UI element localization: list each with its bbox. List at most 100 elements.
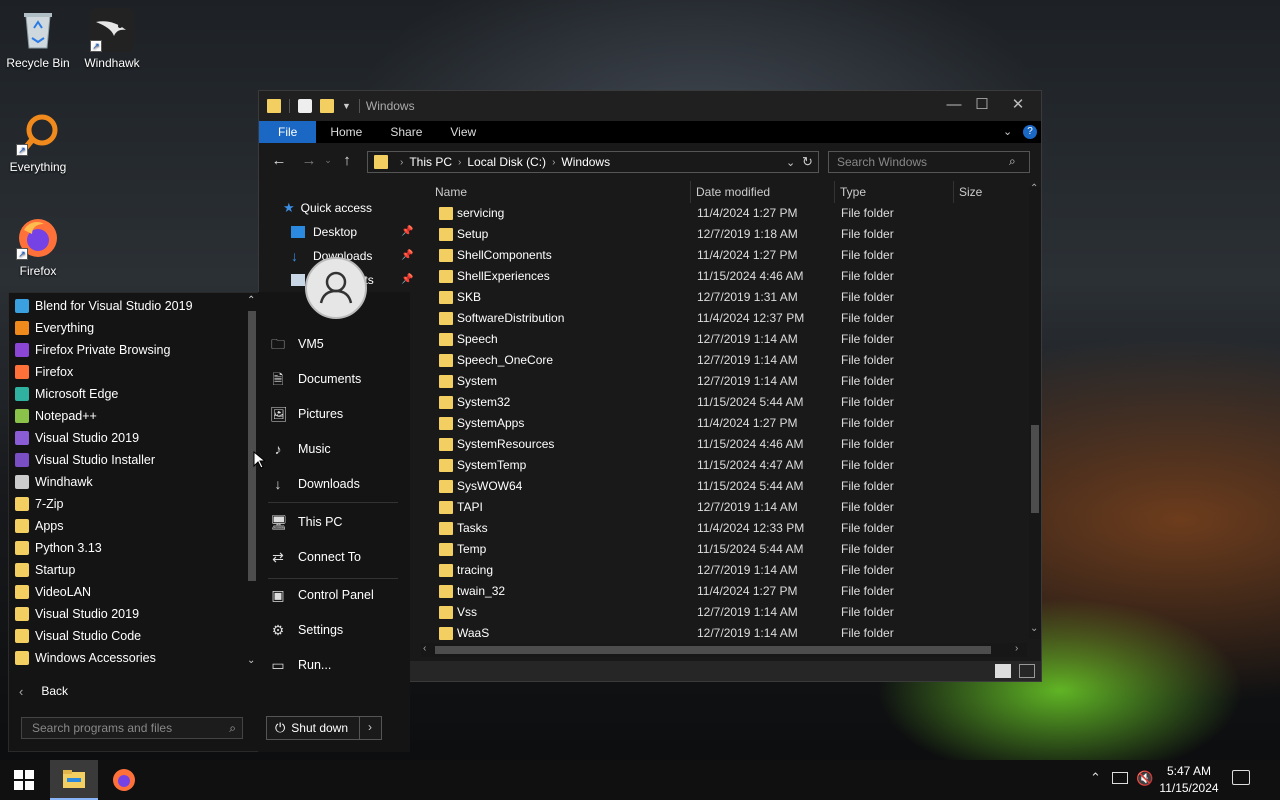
program-item[interactable]: 7-Zip <box>15 493 63 515</box>
table-row[interactable]: twain_32 11/4/2024 1:27 PM File folder <box>431 581 1021 602</box>
start-link[interactable]: ▣ Control Panel <box>270 583 373 607</box>
scroll-thumb[interactable] <box>435 646 991 654</box>
nav-quick-access[interactable]: ★ Quick access <box>283 197 372 219</box>
address-bar[interactable]: › This PC › Local Disk (C:) › Windows ⌄ … <box>367 151 819 173</box>
program-item[interactable]: Windhawk <box>15 471 93 493</box>
table-row[interactable]: Vss 12/7/2019 1:14 AM File folder <box>431 602 1021 623</box>
column-size[interactable]: Size <box>955 181 1025 203</box>
recent-locations-icon[interactable]: ⌄ <box>321 155 335 166</box>
program-item[interactable]: Windows Accessories <box>15 647 156 669</box>
chevron-right-icon[interactable]: › <box>458 157 461 168</box>
breadcrumb-windows[interactable]: Windows <box>561 155 610 169</box>
horizontal-scrollbar[interactable]: ‹ › <box>421 643 1027 657</box>
program-item[interactable]: Everything <box>15 317 94 339</box>
program-item[interactable]: VideoLAN <box>15 581 91 603</box>
search-input[interactable]: Search Windows <box>828 151 1030 173</box>
program-item[interactable]: Visual Studio Installer <box>15 449 155 471</box>
program-item[interactable]: Python 3.13 <box>15 537 102 559</box>
up-arrow-icon[interactable]: ↑ <box>335 152 359 169</box>
properties-icon[interactable] <box>298 99 312 113</box>
expand-ribbon-icon[interactable]: ⌄ <box>1003 125 1012 138</box>
table-row[interactable]: ShellComponents 11/4/2024 1:27 PM File fol… <box>431 245 1021 266</box>
scroll-up-icon[interactable]: ⌃ <box>1030 183 1038 194</box>
desktop-icon-everything[interactable]: ↗ Everything <box>0 112 76 174</box>
table-row[interactable]: SKB 12/7/2019 1:31 AM File folder <box>431 287 1021 308</box>
nav-desktop[interactable]: Desktop 📌 <box>291 221 413 243</box>
new-folder-icon[interactable] <box>320 99 334 113</box>
program-item[interactable]: Visual Studio 2019 <box>15 427 139 449</box>
table-row[interactable]: ShellExperiences 11/15/2024 4:46 AM File f… <box>431 266 1021 287</box>
tab-file[interactable]: File <box>259 121 317 143</box>
table-row[interactable]: Setup 12/7/2019 1:18 AM File folder <box>431 224 1021 245</box>
help-icon[interactable]: ? <box>1023 125 1037 139</box>
tab-home[interactable]: Home <box>316 121 376 143</box>
table-row[interactable]: SystemTemp 11/15/2024 4:47 AM File folder <box>431 455 1021 476</box>
program-item[interactable]: Microsoft Edge <box>15 383 118 405</box>
start-link[interactable]: ⚙ Settings <box>270 618 343 642</box>
table-row[interactable]: SystemResources 11/15/2024 4:46 AM File fo… <box>431 434 1021 455</box>
table-row[interactable]: tracing 12/7/2019 1:14 AM File folder <box>431 560 1021 581</box>
column-date-modified[interactable]: Date modified <box>692 181 835 203</box>
start-link[interactable]: 🗎 Documents <box>270 367 361 391</box>
program-item[interactable]: Visual Studio 2019 <box>15 603 139 625</box>
address-dropdown-icon[interactable]: ⌄ <box>786 156 795 169</box>
table-row[interactable]: Speech 12/7/2019 1:14 AM File folder <box>431 329 1021 350</box>
program-item[interactable]: Firefox <box>15 361 73 383</box>
large-icons-view-icon[interactable] <box>1019 664 1035 678</box>
tab-share[interactable]: Share <box>376 121 436 143</box>
desktop-icon-recycle-bin[interactable]: Recycle Bin <box>0 8 76 70</box>
scroll-thumb[interactable] <box>1031 425 1039 513</box>
taskbar-firefox[interactable] <box>100 760 148 800</box>
tab-view[interactable]: View <box>436 121 490 143</box>
table-row[interactable]: SystemApps 11/4/2024 1:27 PM File folder <box>431 413 1021 434</box>
start-link[interactable]: ♪ Music <box>270 437 331 461</box>
taskbar-file-explorer[interactable] <box>50 760 98 800</box>
user-avatar[interactable] <box>305 257 367 319</box>
breadcrumb-this-pc[interactable]: This PC <box>409 155 452 169</box>
program-item[interactable]: Notepad++ <box>15 405 97 427</box>
clock[interactable]: 5:47 AM 11/15/2024 <box>1156 763 1222 797</box>
back-arrow-icon[interactable]: ← <box>267 152 291 169</box>
program-list-scrollbar[interactable]: ⌃ ⌄ <box>247 295 257 671</box>
start-button[interactable] <box>0 760 48 800</box>
shutdown-options-button[interactable]: › <box>358 716 382 740</box>
start-link[interactable]: ▭ Run... <box>270 653 331 677</box>
scroll-thumb[interactable] <box>248 311 256 581</box>
column-type[interactable]: Type <box>836 181 954 203</box>
network-icon[interactable] <box>1112 772 1128 784</box>
table-row[interactable]: System32 11/15/2024 5:44 AM File folder <box>431 392 1021 413</box>
close-icon[interactable]: ✕ <box>999 91 1037 121</box>
back-button[interactable]: ‹ Back <box>19 681 68 701</box>
desktop-icon-windhawk[interactable]: ↗ Windhawk <box>74 8 150 70</box>
scroll-down-icon[interactable]: ⌄ <box>247 655 255 666</box>
start-link[interactable]: ⇄ Connect To <box>270 545 361 569</box>
chevron-right-icon[interactable]: › <box>552 157 555 168</box>
table-row[interactable]: Tasks 11/4/2024 12:33 PM File folder <box>431 518 1021 539</box>
table-row[interactable]: Speech_OneCore 12/7/2019 1:14 AM File fold… <box>431 350 1021 371</box>
program-item[interactable]: Visual Studio Code <box>15 625 141 647</box>
forward-arrow-icon[interactable]: → <box>297 152 321 169</box>
breadcrumb-local-disk[interactable]: Local Disk (C:) <box>467 155 546 169</box>
program-item[interactable]: Apps <box>15 515 64 537</box>
program-item[interactable]: Blend for Visual Studio 2019 <box>15 295 193 317</box>
scroll-up-icon[interactable]: ⌃ <box>247 295 255 306</box>
start-link[interactable]: ↓ Downloads <box>270 472 360 496</box>
program-item[interactable]: Firefox Private Browsing <box>15 339 170 361</box>
scroll-down-icon[interactable]: ⌄ <box>1030 623 1038 634</box>
table-row[interactable]: TAPI 12/7/2019 1:14 AM File folder <box>431 497 1021 518</box>
start-link[interactable]: 🖥 This PC <box>270 510 342 534</box>
start-link[interactable]: 🗀 VM5 <box>270 332 324 356</box>
scroll-left-icon[interactable]: ‹ <box>423 643 426 654</box>
show-hidden-icons-icon[interactable]: ⌃ <box>1090 770 1101 786</box>
program-item[interactable]: Startup <box>15 559 75 581</box>
desktop-icon-firefox[interactable]: ↗ Firefox <box>0 216 76 278</box>
quick-access-dropdown-icon[interactable]: ▼ <box>342 101 351 111</box>
table-row[interactable]: Temp 11/15/2024 5:44 AM File folder <box>431 539 1021 560</box>
notifications-icon[interactable] <box>1232 770 1250 785</box>
volume-muted-icon[interactable]: 🔇 <box>1136 770 1153 787</box>
scroll-right-icon[interactable]: › <box>1015 643 1018 654</box>
table-row[interactable]: servicing 11/4/2024 1:27 PM File folder <box>431 203 1021 224</box>
table-row[interactable]: SysWOW64 11/15/2024 5:44 AM File folder <box>431 476 1021 497</box>
refresh-icon[interactable]: ↻ <box>802 154 813 170</box>
table-row[interactable]: System 12/7/2019 1:14 AM File folder <box>431 371 1021 392</box>
